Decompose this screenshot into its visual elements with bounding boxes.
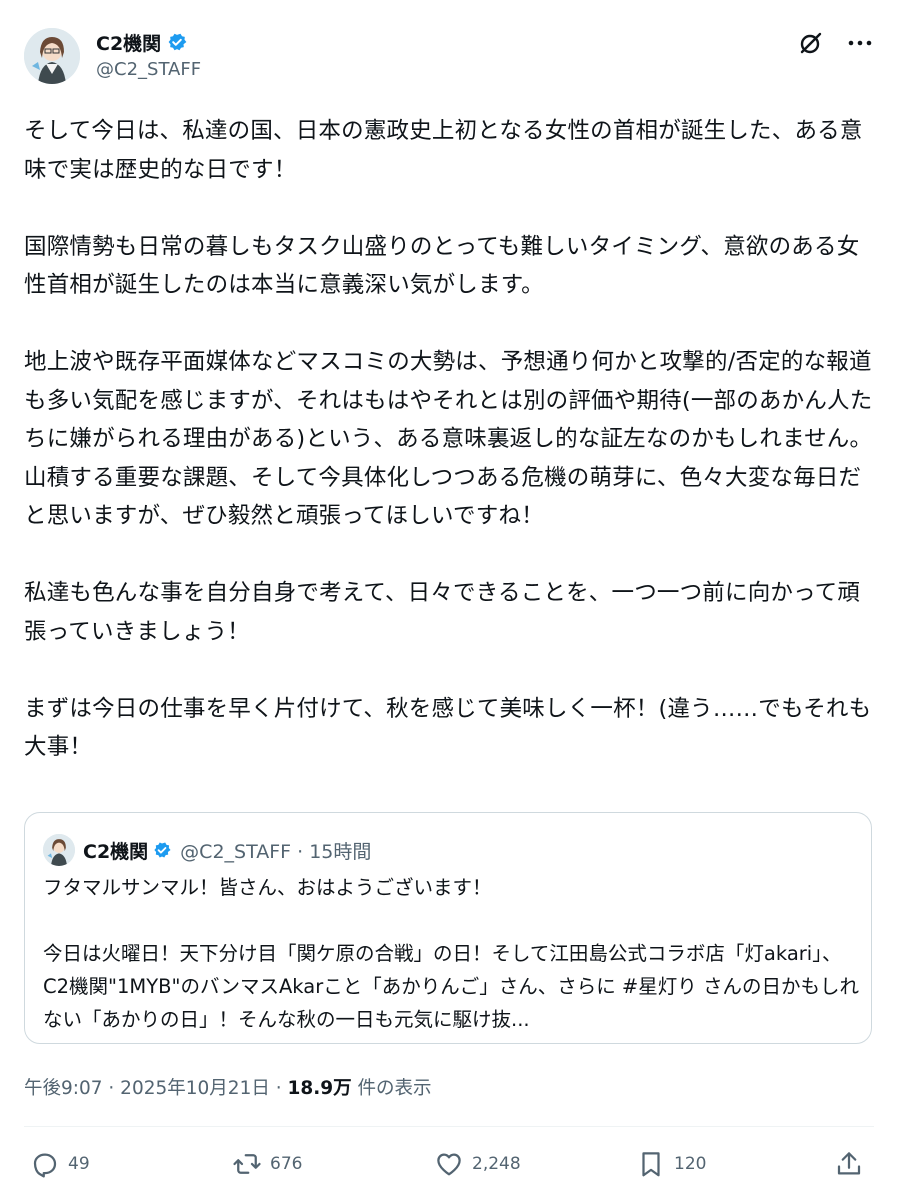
like-button[interactable]: 2,248 — [434, 1142, 521, 1186]
bookmark-button[interactable]: 120 — [636, 1142, 706, 1186]
quoted-tweet-text: フタマルサンマル！皆さん、おはようございます！ 今日は火曜日！天下分け目「関ケ原… — [43, 876, 859, 1031]
tweet-header: C2機関 @C2_STAFF — [24, 24, 874, 88]
more-icon[interactable] — [846, 31, 874, 55]
author-handle[interactable]: @C2_STAFF — [96, 59, 201, 80]
verified-badge-icon — [168, 33, 187, 51]
verified-badge-icon — [154, 842, 171, 858]
author-display-name[interactable]: C2機関 — [96, 29, 161, 56]
tweet-timestamp[interactable]: 午後9:07 · 2025年10月21日 · — [24, 1078, 288, 1099]
author-avatar[interactable] — [24, 28, 80, 84]
heart-icon — [437, 1153, 461, 1176]
divider — [24, 1126, 874, 1127]
author-info: C2機関 @C2_STAFF — [96, 28, 201, 81]
quoted-handle-time: @C2_STAFF · 15時間 — [180, 840, 372, 863]
view-count: 18.9万 — [287, 1078, 352, 1099]
retweet-icon — [233, 1154, 261, 1174]
quoted-author-name: C2機関 — [83, 840, 149, 863]
retweet-count: 676 — [270, 1154, 303, 1174]
view-label: 件の表示 — [351, 1078, 432, 1099]
like-count: 2,248 — [472, 1154, 521, 1174]
retweet-button[interactable]: 676 — [232, 1142, 302, 1186]
reply-icon — [33, 1153, 57, 1178]
tweet-text: そして今日は、私達の国、日本の憲政史上初となる女性の首相が誕生した、ある意味で実… — [24, 118, 873, 760]
grok-icon[interactable] — [798, 30, 824, 56]
quoted-tweet[interactable]: C2機関 @C2_STAFF · 15時間 フタマルサンマル！皆さん、おはようご… — [24, 812, 872, 1044]
quoted-author-avatar — [43, 834, 75, 866]
reply-count: 49 — [68, 1154, 90, 1174]
quoted-tweet-header: C2機関 @C2_STAFF · 15時間 — [43, 833, 371, 867]
tweet-meta: 午後9:07 · 2025年10月21日 · 18.9万 件の表示 — [24, 1074, 432, 1100]
bookmark-icon — [642, 1152, 660, 1177]
reply-button[interactable]: 49 — [30, 1142, 90, 1186]
action-bar: 49 676 2,248 120 — [24, 1142, 874, 1186]
share-icon — [837, 1152, 861, 1175]
bookmark-count: 120 — [674, 1154, 707, 1174]
header-actions — [798, 30, 874, 56]
share-button[interactable] — [834, 1142, 872, 1186]
